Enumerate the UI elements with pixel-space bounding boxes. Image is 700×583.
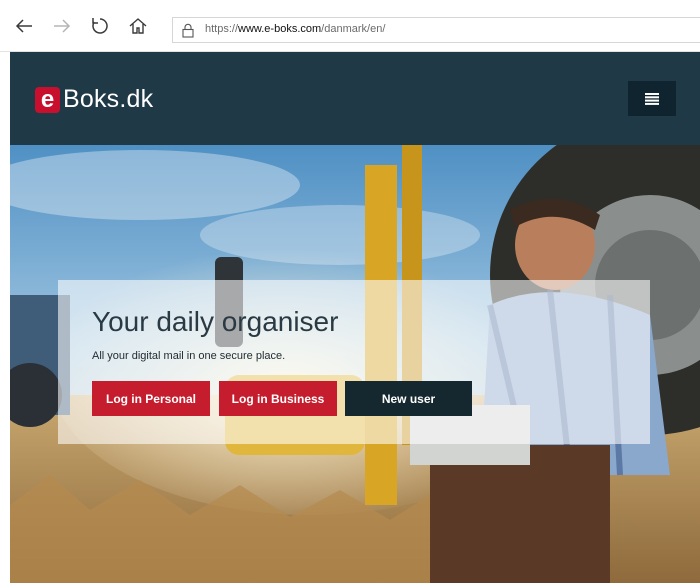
web-page: e Boks.dk Your daily organiser All your …	[10, 52, 700, 583]
url-domain: www.e-boks.com	[238, 23, 322, 35]
hero-panel: Your daily organiser All your digital ma…	[58, 280, 650, 444]
log-in-personal-button[interactable]: Log in Personal	[92, 381, 210, 416]
hero-headline: Your daily organiser	[92, 306, 339, 337]
home-icon[interactable]	[126, 14, 150, 38]
hero-section: Your daily organiser All your digital ma…	[10, 145, 700, 583]
menu-button[interactable]	[628, 81, 676, 116]
eboks-logo[interactable]: e Boks.dk	[35, 85, 153, 114]
logo-mark: e	[35, 86, 60, 113]
hamburger-icon	[645, 92, 659, 105]
browser-toolbar: https://www.e-boks.com/danmark/en/	[0, 0, 700, 52]
url-text: https://www.e-boks.com/danmark/en/	[205, 23, 385, 35]
site-header: e Boks.dk	[10, 52, 700, 145]
url-path: /danmark/en/	[321, 23, 386, 35]
lock-icon	[181, 23, 195, 43]
refresh-icon[interactable]	[88, 14, 112, 38]
forward-icon[interactable]	[50, 14, 74, 38]
new-user-button[interactable]: New user	[345, 381, 472, 416]
hero-subline: All your digital mail in one secure plac…	[92, 350, 286, 362]
log-in-business-button[interactable]: Log in Business	[219, 381, 337, 416]
logo-text: Boks.dk	[63, 85, 154, 113]
url-prefix: https://	[205, 23, 239, 35]
address-bar[interactable]: https://www.e-boks.com/danmark/en/	[172, 17, 700, 43]
back-icon[interactable]	[12, 14, 36, 38]
